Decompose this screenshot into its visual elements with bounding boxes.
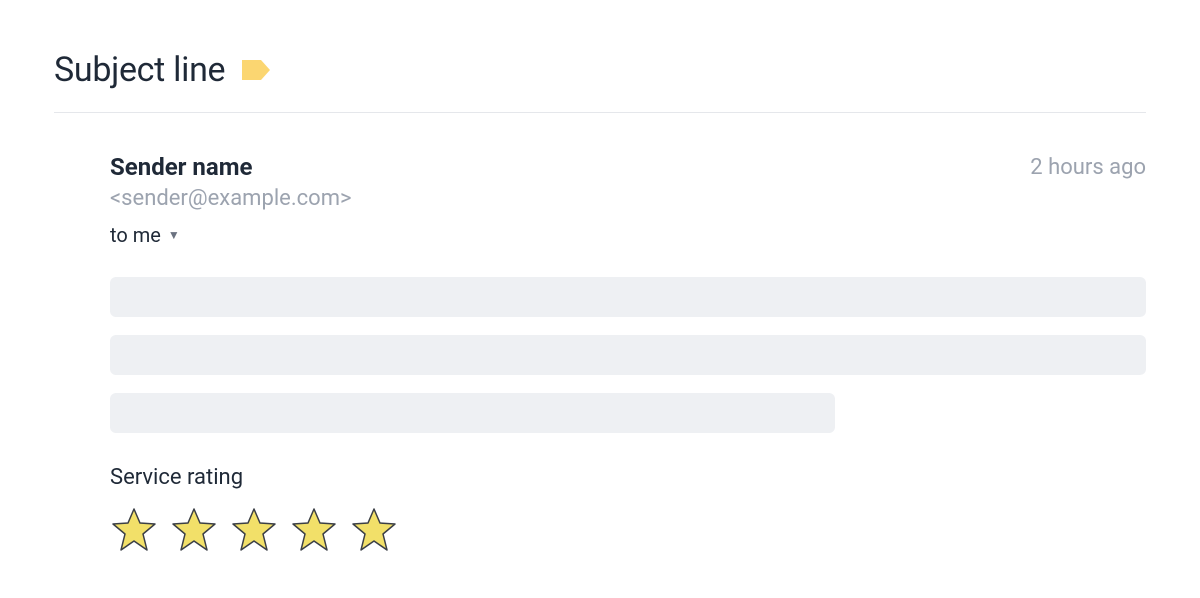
subject-row: Subject line — [54, 50, 1146, 113]
placeholder-line — [110, 335, 1146, 375]
label-tag-icon — [241, 59, 271, 81]
chevron-down-icon: ▼ — [168, 228, 180, 242]
star-icon[interactable] — [290, 506, 338, 554]
sender-name: Sender name — [110, 153, 352, 182]
rating-block: Service rating — [110, 465, 1146, 554]
recipient-toggle[interactable]: to me ▼ — [110, 223, 352, 247]
star-icon[interactable] — [350, 506, 398, 554]
subject-line: Subject line — [54, 50, 225, 90]
rating-label: Service rating — [110, 465, 1146, 490]
placeholder-line — [110, 277, 1146, 317]
star-icon[interactable] — [110, 506, 158, 554]
recipient-text: to me — [110, 223, 161, 247]
sender-email: <sender@example.com> — [110, 184, 352, 215]
timestamp: 2 hours ago — [1030, 155, 1146, 180]
placeholder-line — [110, 393, 835, 433]
star-icon[interactable] — [170, 506, 218, 554]
star-icon[interactable] — [230, 506, 278, 554]
message: Sender name <sender@example.com> to me ▼… — [54, 113, 1146, 554]
message-body-placeholder — [110, 277, 1146, 433]
